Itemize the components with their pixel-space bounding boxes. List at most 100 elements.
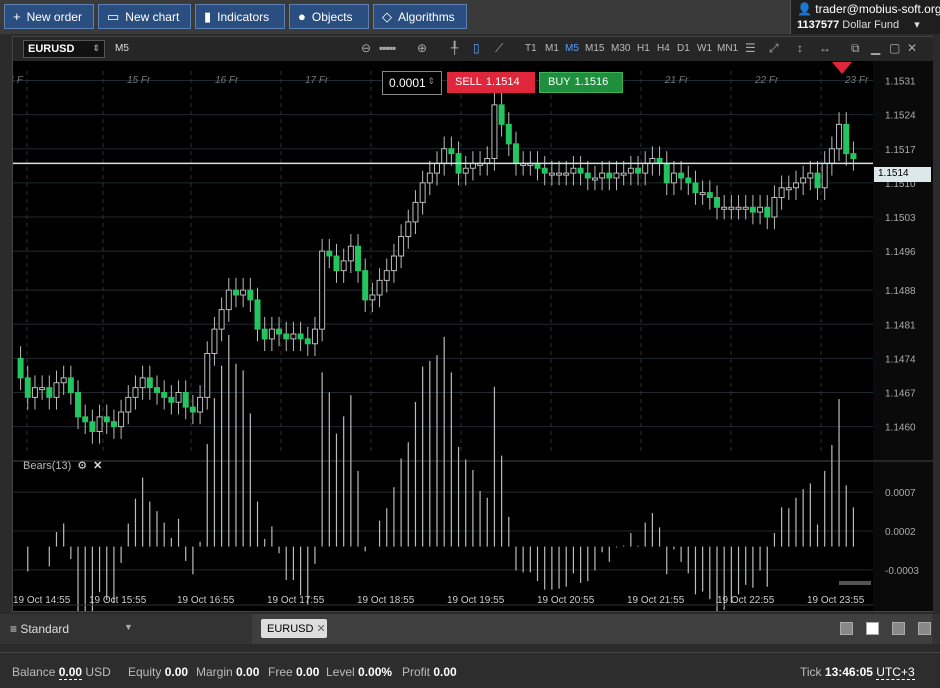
candle	[426, 172, 433, 184]
layout-columns-icon[interactable]	[892, 622, 905, 635]
timeframe-m1[interactable]: M1	[545, 43, 559, 54]
candle	[843, 123, 850, 155]
candle	[663, 162, 670, 184]
new-order-button[interactable]: + New order	[4, 4, 94, 29]
candle-chart-icon[interactable]: ▯	[473, 41, 480, 55]
candle	[261, 328, 268, 340]
layout-grid-icon[interactable]	[866, 622, 879, 635]
candle	[584, 172, 591, 179]
candle	[75, 392, 82, 418]
volume-input[interactable]: 0.0001 ⇕	[382, 71, 442, 95]
sell-label: SELL	[455, 76, 482, 88]
candle	[398, 236, 405, 257]
candle	[591, 177, 598, 181]
candle	[807, 172, 814, 179]
status-bar: Balance 0.00 USD Equity 0.00 Margin 0.00…	[0, 652, 940, 688]
y-tick-label: 1.1531	[885, 77, 916, 88]
zoom-out-icon[interactable]: ⊖	[361, 41, 371, 55]
balance-label: Balance	[12, 665, 56, 679]
zoom-in-icon[interactable]: ⊕	[417, 41, 427, 55]
candle	[118, 411, 125, 428]
account-panel[interactable]: 👤 trader@mobius-soft.org 1137577 Dollar …	[790, 0, 940, 34]
layout-rows-icon[interactable]	[918, 622, 931, 635]
top-toolbar: + New order ▭ New chart ▮ Indicators ● O…	[0, 0, 940, 34]
candle	[714, 197, 720, 208]
day-label: 15 Fr	[127, 75, 151, 86]
candle	[821, 162, 828, 189]
timeframe-w1[interactable]: W1	[697, 43, 712, 54]
candle	[89, 421, 96, 432]
candle	[225, 289, 232, 311]
x-tick-label: 19 Oct 18:55	[357, 595, 415, 606]
candle	[699, 192, 706, 196]
tab-label: EURUSD	[267, 623, 314, 635]
bar-chart-icon[interactable]: ╀	[451, 41, 458, 55]
candle	[764, 206, 771, 218]
timeframe-m15[interactable]: M15	[585, 43, 604, 54]
price-chart[interactable]: 1.15311.15241.15171.15101.15031.14961.14…	[13, 61, 933, 611]
currency-label: USD	[85, 665, 111, 679]
day-label: 14 F	[13, 75, 24, 86]
candle	[405, 221, 412, 237]
gear-icon[interactable]: ⚙	[77, 459, 87, 472]
equity-label: Equity	[128, 665, 162, 679]
candle	[448, 148, 455, 155]
new-chart-button[interactable]: ▭ New chart	[98, 4, 191, 29]
balance-value[interactable]: 0.00	[58, 665, 83, 680]
y-tick-label: 1.1474	[885, 354, 916, 365]
candle	[161, 392, 168, 398]
symbol-selector[interactable]: EURUSD ⇕	[23, 40, 105, 58]
candle	[613, 172, 620, 179]
timeframe-h1[interactable]: H1	[637, 43, 650, 54]
day-label: 17 Fr	[305, 75, 329, 86]
x-tick-label: 19 Oct 14:55	[13, 595, 71, 606]
workspace-selector[interactable]: ≡ Standard	[10, 622, 69, 636]
timeframe-h4[interactable]: H4	[657, 43, 670, 54]
timeframe-m5[interactable]: M5	[565, 43, 579, 54]
indicator-tick-label: 0.0007	[885, 488, 916, 499]
candle	[319, 250, 326, 330]
chevron-down-icon[interactable]: ▾	[914, 19, 920, 31]
timeframe-t1[interactable]: T1	[525, 43, 537, 54]
timezone-selector[interactable]: UTC+3	[876, 665, 915, 680]
horizontal-scale-icon[interactable]: ↔	[819, 41, 831, 55]
algorithms-label: Algorithms	[398, 9, 455, 24]
close-icon[interactable]: ✕	[317, 623, 326, 635]
workspace-bar: ≡ Standard ▼ EURUSD ✕	[0, 614, 940, 644]
vertical-scale-icon[interactable]: ↕	[797, 41, 803, 55]
candle	[304, 338, 311, 345]
candle	[340, 260, 347, 272]
maximize-icon[interactable]: ▢	[889, 41, 900, 55]
timeframe-mn1[interactable]: MN1	[717, 43, 738, 54]
candle	[742, 206, 749, 210]
candle	[290, 333, 297, 340]
close-icon[interactable]: ✕	[93, 459, 102, 472]
detach-icon[interactable]: ⧉	[851, 41, 860, 56]
minimize-icon[interactable]: ▁	[871, 41, 880, 55]
expand-icon[interactable]: ⤢	[769, 41, 779, 56]
timeframe-m30[interactable]: M30	[611, 43, 630, 54]
margin-value: 0.00	[236, 665, 260, 679]
layout-single-icon[interactable]	[840, 622, 853, 635]
candle	[311, 328, 318, 345]
algorithms-button[interactable]: ◇ Algorithms	[373, 4, 467, 29]
indicators-button[interactable]: ▮ Indicators	[195, 4, 285, 29]
spinner-icon: ⇕	[92, 43, 100, 53]
objects-button[interactable]: ● Objects	[289, 4, 369, 29]
buy-button[interactable]: BUY 1.1516	[539, 72, 623, 93]
tab-eurusd[interactable]: EURUSD ✕	[261, 619, 327, 638]
new-chart-label: New chart	[125, 9, 180, 24]
line-chart-icon[interactable]: ⟋	[495, 41, 503, 56]
timeframe-d1[interactable]: D1	[677, 43, 690, 54]
candle	[103, 416, 110, 423]
indicator-list-icon[interactable]: ☰	[745, 41, 756, 55]
chevron-down-icon[interactable]: ▼	[124, 622, 133, 632]
candle	[412, 201, 419, 223]
margin-label: Margin	[196, 665, 233, 679]
y-tick-label: 1.1467	[885, 389, 916, 400]
sell-button[interactable]: SELL 1.1514	[447, 72, 535, 93]
candle	[850, 153, 857, 159]
zoom-slider[interactable]: ▪▪▪▪▪	[379, 41, 396, 55]
plus-icon: +	[13, 9, 21, 24]
close-icon[interactable]: ✕	[907, 41, 917, 55]
